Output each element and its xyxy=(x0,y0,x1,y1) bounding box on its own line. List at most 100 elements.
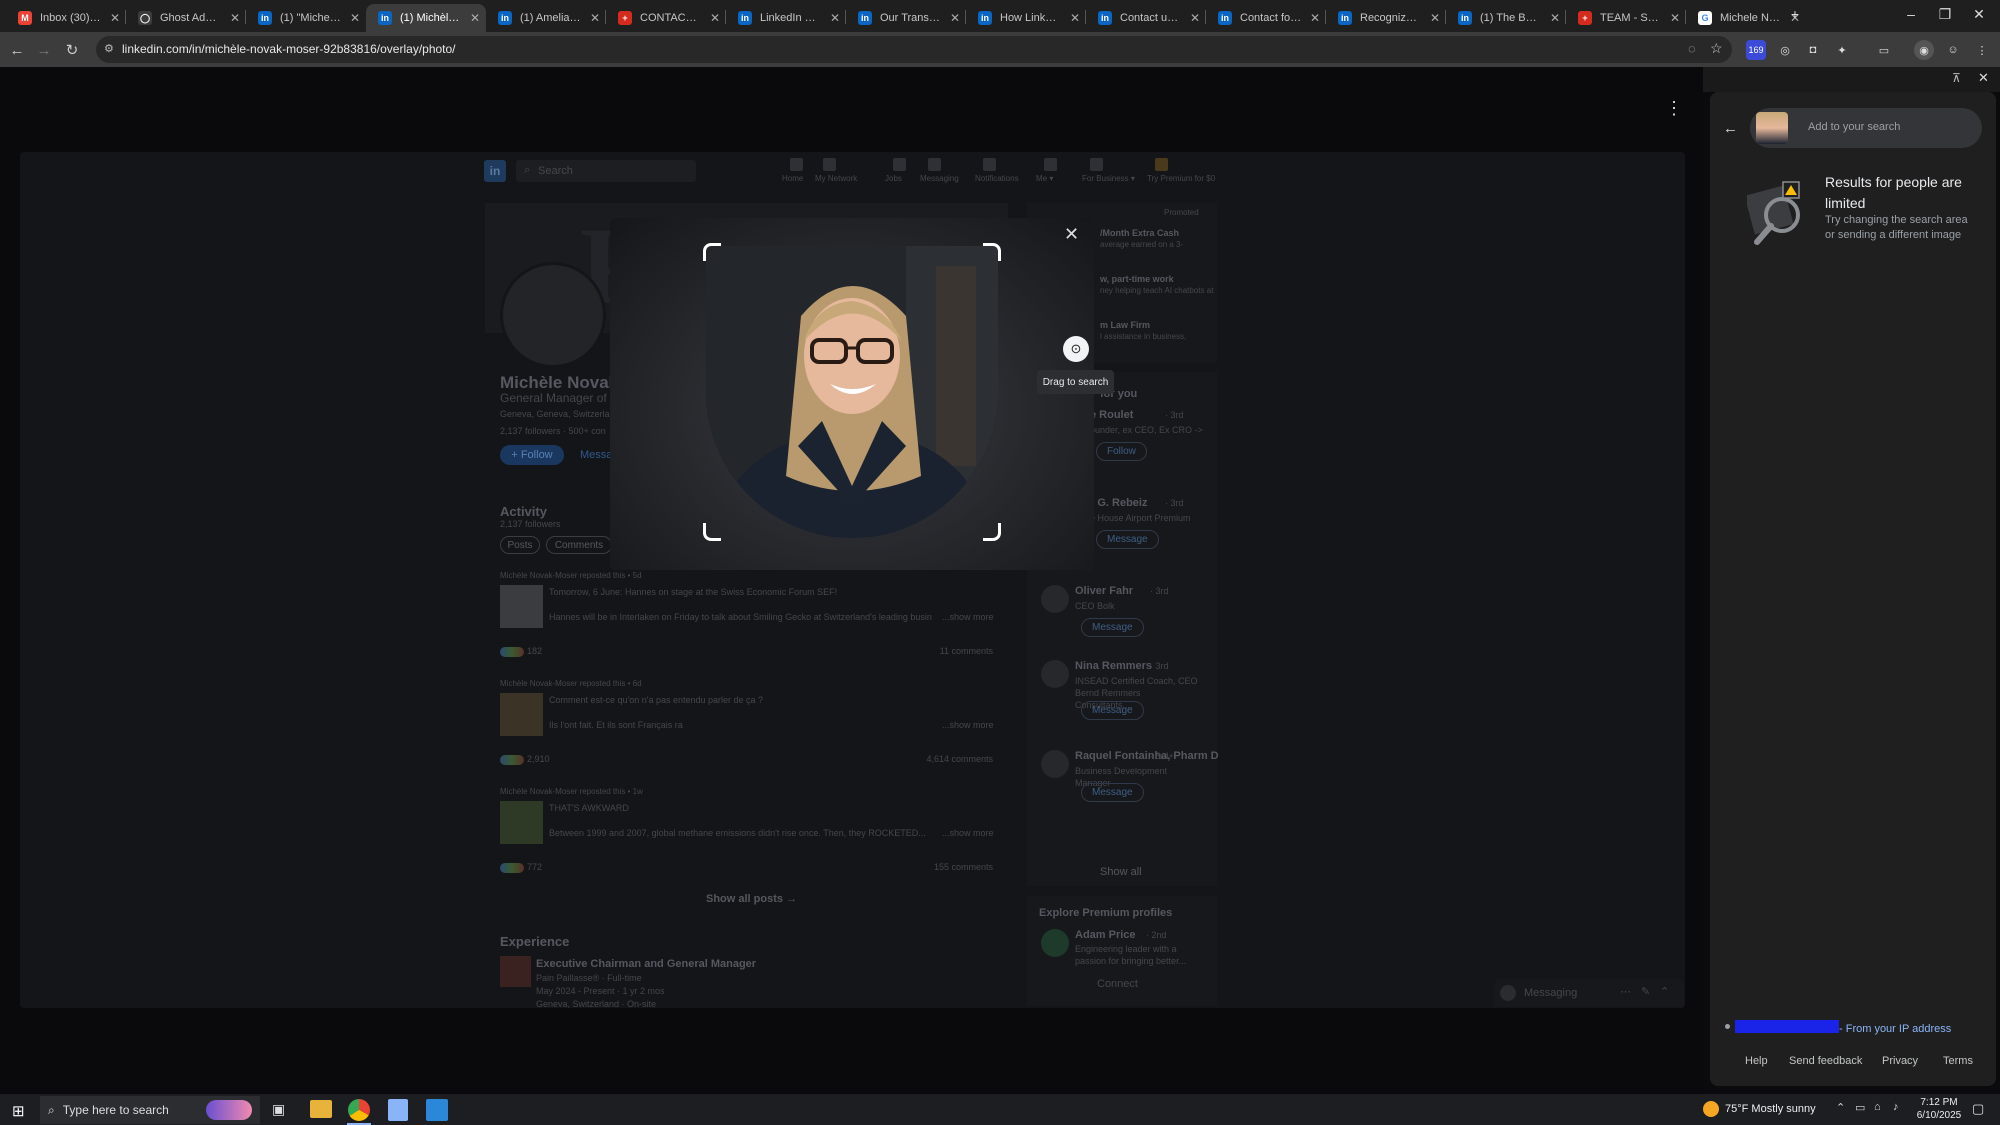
show-all-posts-link[interactable]: Show all posts → xyxy=(706,893,797,905)
close-tab-icon[interactable]: ✕ xyxy=(110,11,120,25)
cast-icon[interactable]: ▭ xyxy=(1874,40,1894,60)
close-tab-icon[interactable]: ✕ xyxy=(1190,11,1200,25)
close-tab-icon[interactable]: ✕ xyxy=(710,11,720,25)
ip-address-location[interactable]: - From your IP address xyxy=(1839,1023,1951,1035)
browser-tab[interactable]: in How LinkedIn h ✕ xyxy=(966,4,1086,32)
person-avatar[interactable] xyxy=(1041,660,1069,688)
person-name[interactable]: Nina Remmers xyxy=(1075,660,1152,672)
selection-corner-top-left[interactable] xyxy=(703,243,721,261)
minimize-button[interactable]: – xyxy=(1896,6,1926,22)
pin-icon[interactable]: ⊼ xyxy=(1952,71,1961,85)
close-tab-icon[interactable]: ✕ xyxy=(830,11,840,25)
nav-item[interactable]: Notifications xyxy=(975,174,1019,183)
volume-icon[interactable]: ♪ xyxy=(1893,1101,1899,1113)
browser-tab[interactable]: in Contact form | ✕ xyxy=(1206,4,1326,32)
browser-tab[interactable]: in Our Transparen ✕ xyxy=(846,4,966,32)
puzzle-extensions-icon[interactable]: ✦ xyxy=(1832,40,1852,60)
nav-item[interactable]: My Network xyxy=(815,174,857,183)
messaging-bar[interactable]: Messaging ⋯ ✎ ⌃ xyxy=(1494,979,1684,1007)
footer-link-privacy[interactable]: Privacy xyxy=(1882,1055,1918,1067)
browser-tab[interactable]: in Contact us | Lin ✕ xyxy=(1086,4,1206,32)
more-icon[interactable]: ⋯ xyxy=(1620,985,1631,998)
close-window-button[interactable]: ✕ xyxy=(1964,6,1994,23)
post-thumbnail[interactable] xyxy=(500,801,543,844)
nav-item[interactable]: Messaging xyxy=(920,174,959,183)
ad-title[interactable]: w, part-time work xyxy=(1100,274,1174,284)
person-name[interactable]: e Roulet xyxy=(1090,409,1133,421)
address-bar[interactable]: ⚙ linkedin.com/in/michèle-novak-moser-92… xyxy=(96,36,1732,63)
close-tab-icon[interactable]: ✕ xyxy=(1430,11,1440,25)
nav-item[interactable]: Jobs xyxy=(885,174,902,183)
nav-item[interactable]: Try Premium for $0 xyxy=(1147,174,1215,183)
browser-menu-icon[interactable]: ⋮ xyxy=(1972,40,1992,60)
profile-photo-selection[interactable] xyxy=(706,246,998,538)
person-avatar[interactable] xyxy=(1041,750,1069,778)
browser-tab[interactable]: M Inbox (30) - fajc ✕ xyxy=(6,4,126,32)
compose-icon[interactable]: ✎ xyxy=(1641,985,1650,998)
close-tab-icon[interactable]: ✕ xyxy=(590,11,600,25)
post-thumbnail[interactable] xyxy=(500,693,543,736)
browser-tab[interactable]: + CONTACT-US - ✕ xyxy=(606,4,726,32)
close-panel-icon[interactable]: ✕ xyxy=(1978,70,1989,86)
selection-corner-bottom-left[interactable] xyxy=(703,523,721,541)
back-arrow-icon[interactable]: ← xyxy=(1723,120,1738,137)
notepad-icon[interactable] xyxy=(388,1099,408,1121)
maximize-button[interactable]: ❐ xyxy=(1930,6,1960,23)
tab-comments[interactable]: Comments xyxy=(546,536,612,554)
comments-count[interactable]: 11 comments xyxy=(925,646,993,656)
browser-tab[interactable]: + TEAM - Swiss E ✕ xyxy=(1566,4,1686,32)
weather-sun-icon[interactable] xyxy=(1703,1101,1719,1117)
forward-arrow-icon[interactable]: → xyxy=(33,39,55,61)
clock-date[interactable]: 6/10/2025 xyxy=(1911,1110,1967,1121)
reactions-count[interactable]: 2,910 xyxy=(527,754,550,764)
close-tab-icon[interactable]: ✕ xyxy=(1550,11,1560,25)
chevron-up-icon[interactable]: ⌃ xyxy=(1660,985,1669,998)
windows-start-icon[interactable]: ⊞ xyxy=(12,1102,25,1120)
selection-corner-top-right[interactable] xyxy=(983,243,1001,261)
person-name[interactable]: Oliver Fahr xyxy=(1075,585,1133,597)
notifications-icon[interactable]: ▢ xyxy=(1972,1101,1984,1117)
footer-link-help[interactable]: Help xyxy=(1745,1055,1768,1067)
clock-time[interactable]: 7:12 PM xyxy=(1911,1097,1967,1108)
ad-title[interactable]: m Law Firm xyxy=(1100,320,1150,330)
browser-tab[interactable]: ◯ Ghost Admin - E ✕ xyxy=(126,4,246,32)
site-info-icon[interactable]: ⚙ xyxy=(104,42,114,55)
chrome-icon[interactable] xyxy=(348,1099,370,1121)
reactions-count[interactable]: 182 xyxy=(527,646,542,656)
ad-title[interactable]: /Month Extra Cash xyxy=(1100,228,1179,238)
close-tab-icon[interactable]: ✕ xyxy=(950,11,960,25)
comments-count[interactable]: 155 comments xyxy=(925,862,993,872)
tab-posts[interactable]: Posts xyxy=(500,536,540,554)
show-more-link[interactable]: ...show more xyxy=(942,720,994,730)
new-tab-button[interactable]: + xyxy=(1780,6,1810,22)
premium-avatar[interactable] xyxy=(1041,929,1069,957)
eye-off-icon[interactable]: ◌ xyxy=(1688,41,1696,56)
browser-tab[interactable]: in (1) Michèle Nov ✕ xyxy=(366,4,486,32)
person-action-button[interactable]: Message xyxy=(1081,618,1144,637)
more-options-icon[interactable]: ⋮ xyxy=(1665,98,1683,119)
add-to-search-field[interactable]: Add to your search xyxy=(1750,108,1982,148)
person-avatar[interactable] xyxy=(1041,585,1069,613)
profile-avatar[interactable] xyxy=(500,262,606,368)
lens-drag-button[interactable]: ⊙ xyxy=(1063,336,1089,362)
person-action-button[interactable]: Message xyxy=(1081,783,1144,802)
lens-active-icon[interactable]: ◉ xyxy=(1914,40,1934,60)
chevron-up-icon[interactable]: ⌃ xyxy=(1836,1101,1845,1114)
network-icon[interactable]: ⌂ xyxy=(1874,1101,1881,1113)
linkedin-search-box[interactable]: ⌕ Search xyxy=(516,160,696,182)
show-more-link[interactable]: ...show more xyxy=(942,612,994,622)
paint-icon[interactable] xyxy=(426,1099,448,1121)
footer-link-terms[interactable]: Terms xyxy=(1943,1055,1973,1067)
camera-extension-icon[interactable]: ◘ xyxy=(1803,40,1823,60)
show-more-link[interactable]: ...show more xyxy=(942,828,994,838)
url-text[interactable]: linkedin.com/in/michèle-novak-moser-92b8… xyxy=(122,42,456,56)
extension-glasses-icon[interactable]: ◎ xyxy=(1775,40,1795,60)
battery-icon[interactable]: ▭ xyxy=(1855,1101,1865,1114)
close-tab-icon[interactable]: ✕ xyxy=(470,11,480,25)
browser-tab[interactable]: in LinkedIn Profes ✕ xyxy=(726,4,846,32)
reactions-count[interactable]: 772 xyxy=(527,862,542,872)
person-action-button[interactable]: Message xyxy=(1081,701,1144,720)
nav-item[interactable]: Home xyxy=(782,174,803,183)
close-tab-icon[interactable]: ✕ xyxy=(1670,11,1680,25)
taskbar-search-box[interactable]: ⌕ Type here to search xyxy=(40,1096,260,1124)
